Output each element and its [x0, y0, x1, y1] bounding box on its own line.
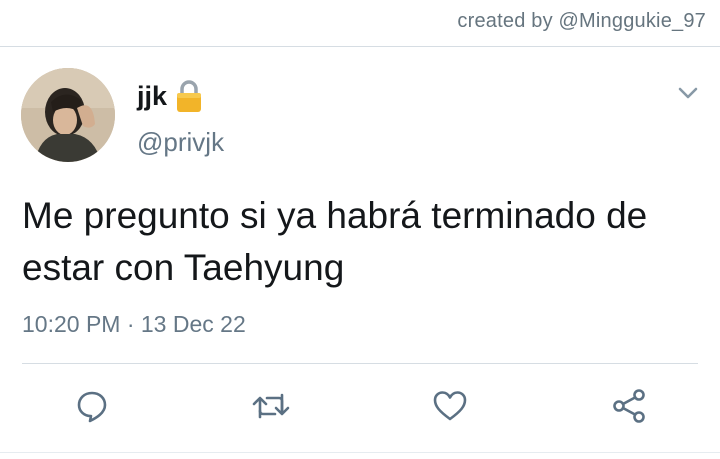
- chevron-down-icon[interactable]: [676, 84, 700, 102]
- share-button[interactable]: [607, 384, 651, 428]
- retweet-icon: [252, 393, 290, 419]
- tweet-text: Me pregunto si ya habrá terminado de est…: [22, 195, 648, 288]
- bottom-divider: [0, 452, 720, 453]
- avatar[interactable]: [21, 68, 115, 162]
- display-name[interactable]: jjk: [137, 81, 167, 112]
- like-button[interactable]: [428, 384, 472, 428]
- author-name-row: jjk: [137, 78, 203, 114]
- divider: [22, 363, 698, 364]
- retweet-button[interactable]: [249, 384, 293, 428]
- share-icon: [613, 389, 645, 423]
- heart-icon: [433, 391, 467, 421]
- tweet-screenshot: created by @Minggukie_97 jjk @privjk Me …: [0, 0, 720, 459]
- credit-bar: created by @Minggukie_97: [0, 0, 720, 47]
- author-handle[interactable]: @privjk: [137, 127, 224, 158]
- tweet-timestamp[interactable]: 10:20 PM · 13 Dec 22: [22, 311, 246, 338]
- avatar-photo: [21, 68, 115, 162]
- credit-text: created by @Minggukie_97: [457, 10, 706, 32]
- reply-button[interactable]: [70, 384, 114, 428]
- lock-icon: [175, 79, 203, 113]
- reply-icon: [77, 391, 107, 423]
